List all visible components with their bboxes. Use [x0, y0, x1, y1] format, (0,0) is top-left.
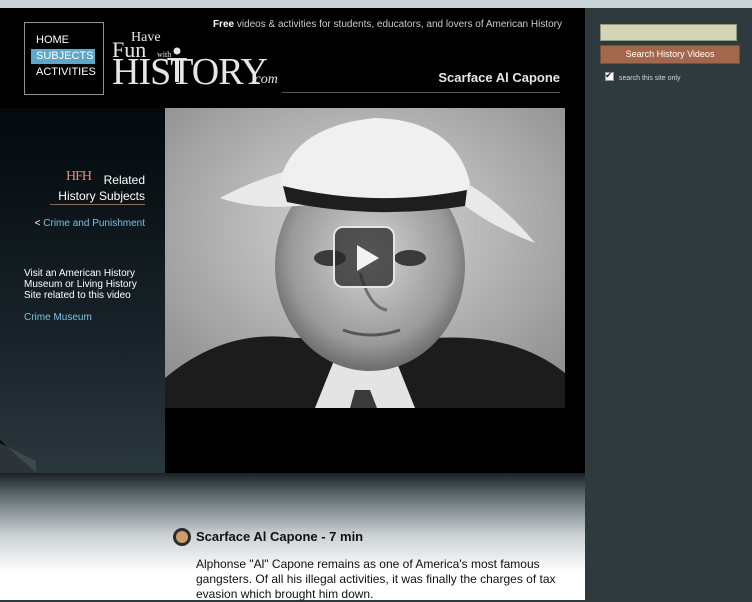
- video-title: Scarface Al Capone: [438, 70, 560, 85]
- clip-description: Alphonse "Al" Capone remains as one of A…: [196, 557, 556, 601]
- main-nav: HOME SUBJECTS ACTIVITIES: [24, 22, 104, 95]
- related-title-line1: Related: [103, 173, 145, 187]
- video-player[interactable]: [165, 108, 565, 408]
- search-history-videos-button[interactable]: Search History Videos: [600, 45, 740, 64]
- site-tagline: Free videos & activities for students, e…: [200, 19, 562, 30]
- tagline-text: videos & activities for students, educat…: [234, 19, 562, 30]
- crime-museum-link[interactable]: Crime Museum: [24, 312, 92, 323]
- play-icon: [357, 245, 379, 271]
- play-button[interactable]: [333, 226, 395, 288]
- search-site-only-label: search this site only: [619, 75, 681, 82]
- clip-bullet-icon: [173, 528, 191, 546]
- site-logo[interactable]: Have Fun with HISTORY .com: [112, 30, 282, 94]
- visit-museum-text: Visit an American History Museum or Livi…: [24, 268, 137, 301]
- back-chevron-icon: <: [34, 218, 41, 229]
- right-sidebar: [585, 8, 752, 600]
- crime-link-label: Crime and Punishment: [43, 218, 145, 229]
- header-divider: [282, 92, 560, 93]
- logo-com: .com: [251, 72, 278, 87]
- nav-activities[interactable]: ACTIVITIES: [31, 65, 96, 80]
- checkmark-icon: ✔: [605, 70, 613, 80]
- top-strip: [0, 0, 752, 8]
- nav-home[interactable]: HOME: [31, 33, 95, 48]
- search-site-only-checkbox[interactable]: ✔: [605, 70, 614, 81]
- crime-and-punishment-link[interactable]: < Crime and Punishment: [20, 218, 145, 229]
- tagline-free: Free: [212, 19, 235, 30]
- clip-title: Scarface Al Capone - 7 min: [196, 529, 364, 544]
- nav-subjects[interactable]: SUBJECTS: [31, 49, 95, 64]
- search-input[interactable]: [600, 24, 737, 41]
- related-divider: [50, 204, 145, 205]
- related-subjects-heading: Related History Subjects: [40, 172, 145, 204]
- explorer-figure-icon: [167, 47, 187, 82]
- related-title-line2: History Subjects: [58, 189, 145, 203]
